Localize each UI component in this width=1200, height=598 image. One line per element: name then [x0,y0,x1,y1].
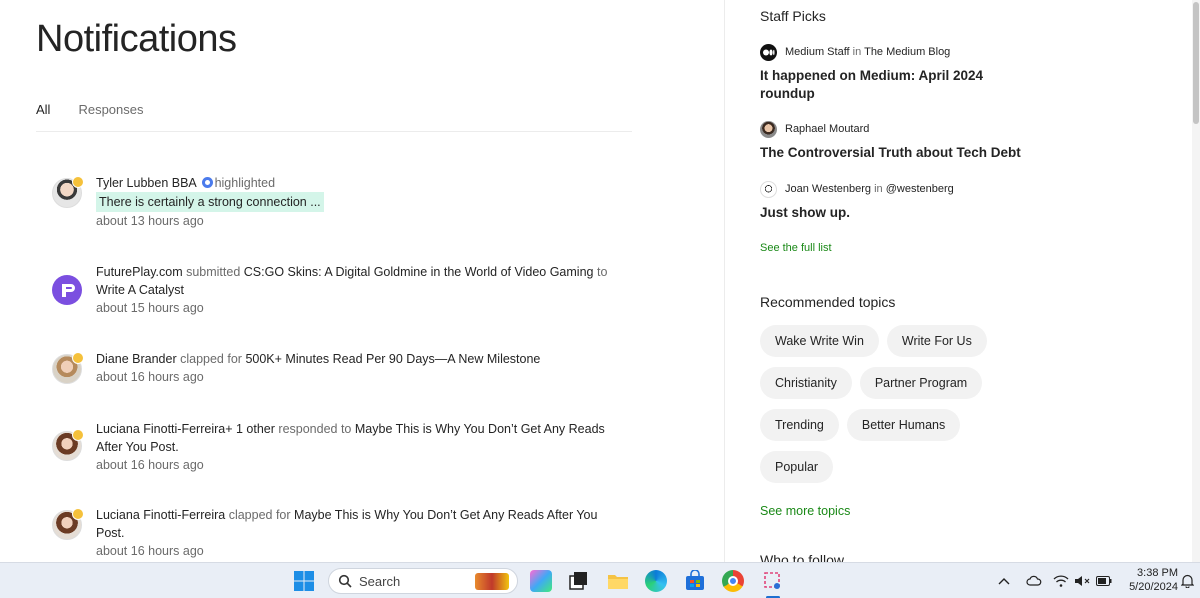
clock-date: 5/20/2024 [1129,581,1178,593]
topic-chip[interactable]: Wake Write Win [760,325,879,357]
main-column: Notifications All Responses Tyler Lubben… [0,0,725,562]
search-highlight-icon [475,573,509,590]
taskbar-search[interactable]: Search [328,568,518,594]
notification-extra[interactable]: + 1 other [225,422,275,436]
notification-action: clapped for [228,508,291,522]
pick-publication[interactable]: The Medium Blog [864,46,950,58]
pick-title[interactable]: It happened on Medium: April 2024 roundu… [760,67,1040,103]
notification-time: about 13 hours ago [96,214,204,228]
windows-start-icon[interactable] [293,570,315,592]
edge-browser-icon[interactable] [645,570,667,592]
volume-muted-icon[interactable] [1074,575,1090,587]
taskbar-clock[interactable]: 3:38 PM 5/20/2024 [1118,566,1178,594]
avatar [760,120,777,138]
staff-pick-item[interactable]: Medium Staff in The Medium Blog It happe… [760,43,1040,103]
notification-text: Luciana Finotti-Ferreira clapped for May… [96,506,626,560]
highlighted-text[interactable]: There is certainly a strong connection .… [96,192,324,212]
pick-meta: Medium Staff in The Medium Blog [760,43,1040,61]
task-view-icon[interactable] [568,570,590,592]
pick-title[interactable]: Just show up. [760,204,1040,222]
notification-action: responded to [278,422,352,436]
topic-chip[interactable]: Better Humans [846,409,961,441]
actor-name[interactable]: Luciana Finotti-Ferreira [96,508,225,522]
notification-time: about 16 hours ago [96,544,204,558]
notification-action: highlighted [214,176,276,190]
notification-text: Tyler Lubben BBA highlighted There is ce… [96,174,626,230]
actor-name[interactable]: Diane Brander [96,352,177,366]
sidebar: Staff Picks Medium Staff in The Medium B… [760,0,1180,562]
page-title: Notifications [36,18,237,60]
chrome-browser-icon[interactable] [722,570,744,592]
see-more-topics-link[interactable]: See more topics [760,504,850,518]
pick-title[interactable]: The Controversial Truth about Tech Debt [760,144,1040,162]
tab-all[interactable]: All [36,100,50,132]
pick-meta: Raphael Moutard [760,120,1040,138]
wifi-icon[interactable] [1053,574,1069,588]
post-title[interactable]: 500K+ Minutes Read Per 90 Days—A New Mil… [245,352,540,366]
topic-chip[interactable]: Trending [760,409,839,441]
see-full-list-link[interactable]: See the full list [760,242,832,254]
pick-in: in [874,183,883,195]
notification-text: FuturePlay.com submitted CS:GO Skins: A … [96,263,626,317]
taskbar: Search 3:38 PM 5/20/2024 [0,562,1200,598]
medium-logo-icon [760,43,777,61]
pick-author[interactable]: Raphael Moutard [785,123,869,135]
pick-meta: Joan Westenberg in @westenberg [760,180,1040,198]
notification-action: clapped for [180,352,242,366]
column-divider [724,0,725,562]
avatar [760,180,777,198]
topic-chip[interactable]: Write For Us [886,325,987,357]
verified-badge-icon [201,177,213,188]
pick-publication[interactable]: @westenberg [886,183,954,195]
copilot-icon[interactable] [530,570,552,592]
notification-time: about 16 hours ago [96,370,204,384]
avatar[interactable] [52,275,82,305]
who-to-follow-heading: Who to follow [760,552,845,562]
topic-chip[interactable]: Popular [760,451,834,483]
member-star-icon [72,352,84,364]
notification-time: about 16 hours ago [96,458,204,472]
notification-connector: to [596,265,608,279]
search-label: Search [359,574,401,589]
staff-picks-heading: Staff Picks [760,8,826,24]
scrollbar-thumb[interactable] [1193,2,1199,124]
avatar[interactable] [52,429,84,461]
snipping-tool-icon[interactable] [762,570,784,592]
topic-chip[interactable]: Christianity [760,367,852,399]
member-star-icon [72,508,84,520]
pick-author[interactable]: Medium Staff [785,46,850,58]
topic-chips: Wake Write Win Write For Us Christianity… [760,325,1020,493]
notification-bell-icon[interactable] [1181,574,1194,588]
search-icon [338,574,352,588]
store-icon[interactable] [684,569,706,592]
notification-text: Diane Brander clapped for 500K+ Minutes … [96,350,626,386]
staff-pick-item[interactable]: Joan Westenberg in @westenberg Just show… [760,180,1040,222]
notification-text: Luciana Finotti-Ferreira+ 1 other respon… [96,420,626,474]
file-explorer-icon[interactable] [607,570,629,592]
member-star-icon [72,176,84,188]
onedrive-cloud-icon[interactable] [1026,575,1042,587]
publication-name[interactable]: Write A Catalyst [96,283,184,297]
member-star-icon [72,429,84,441]
chevron-up-icon[interactable] [998,576,1010,586]
avatar[interactable] [52,352,84,384]
recommended-topics-heading: Recommended topics [760,294,896,310]
notification-tabs: All Responses [36,100,632,132]
actor-name[interactable]: FuturePlay.com [96,265,183,279]
battery-icon[interactable] [1096,576,1112,586]
post-title[interactable]: CS:GO Skins: A Digital Goldmine in the W… [244,265,594,279]
tab-responses[interactable]: Responses [78,100,143,132]
actor-name[interactable]: Luciana Finotti-Ferreira [96,422,225,436]
futureplay-logo-icon [62,284,75,297]
avatar[interactable] [52,508,84,540]
staff-pick-item[interactable]: Raphael Moutard The Controversial Truth … [760,120,1040,162]
notification-action: submitted [186,265,241,279]
notification-time: about 15 hours ago [96,301,204,315]
actor-name[interactable]: Tyler Lubben BBA [96,176,196,190]
pick-author[interactable]: Joan Westenberg [785,183,871,195]
clock-time: 3:38 PM [1137,567,1178,579]
pick-in: in [852,46,862,58]
avatar[interactable] [52,176,84,208]
topic-chip[interactable]: Partner Program [859,367,983,399]
